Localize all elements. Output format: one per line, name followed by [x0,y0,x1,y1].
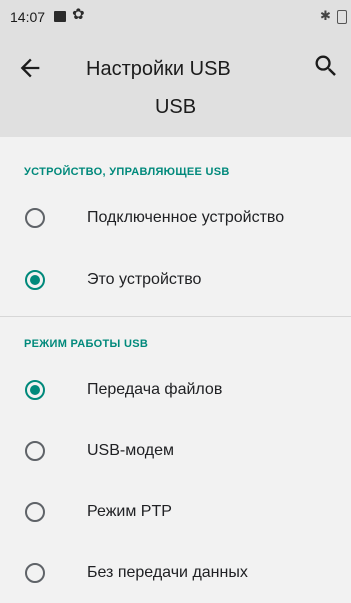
battery-icon [337,10,347,24]
status-time: 14:07 [10,9,46,25]
option-label: USB-модем [87,442,175,459]
bluetooth-icon: ✱ [320,8,331,23]
option-label: Режим PTP [87,503,172,520]
search-icon [315,55,336,76]
option-label: Без передачи данных [87,564,248,581]
option-file-transfer[interactable]: Передача файлов [0,360,351,420]
page-title: Настройки USB [86,58,231,80]
option-ptp-mode[interactable]: Режим PTP [0,482,351,542]
radio-button[interactable] [25,380,45,400]
page-subtitle: USB [154,96,197,118]
back-button[interactable] [16,54,44,82]
option-connected-device[interactable]: Подключенное устройство [0,188,351,248]
section-header-usb-control: УСТРОЙСТВО, УПРАВЛЯЮЩЕЕ USB [24,166,230,178]
status-bar: 14:07 ✿ ✱ [0,0,351,32]
app-bar: Настройки USB USB [0,32,351,137]
option-this-device[interactable]: Это устройство [0,250,351,310]
radio-button[interactable] [25,441,45,461]
section-header-usb-mode: РЕЖИМ РАБОТЫ USB [24,338,149,350]
search-button[interactable] [312,52,340,80]
divider [0,316,351,317]
option-label: Это устройство [87,271,202,288]
back-arrow-icon [20,58,40,78]
gear-icon: ✿ [72,6,85,23]
radio-button[interactable] [25,270,45,290]
option-usb-modem[interactable]: USB-модем [0,421,351,481]
image-icon [54,11,66,22]
option-label: Передача файлов [87,381,223,398]
radio-button[interactable] [25,563,45,583]
option-label: Подключенное устройство [87,209,285,226]
radio-button[interactable] [25,502,45,522]
radio-button[interactable] [25,208,45,228]
option-no-data-transfer[interactable]: Без передачи данных [0,543,351,603]
